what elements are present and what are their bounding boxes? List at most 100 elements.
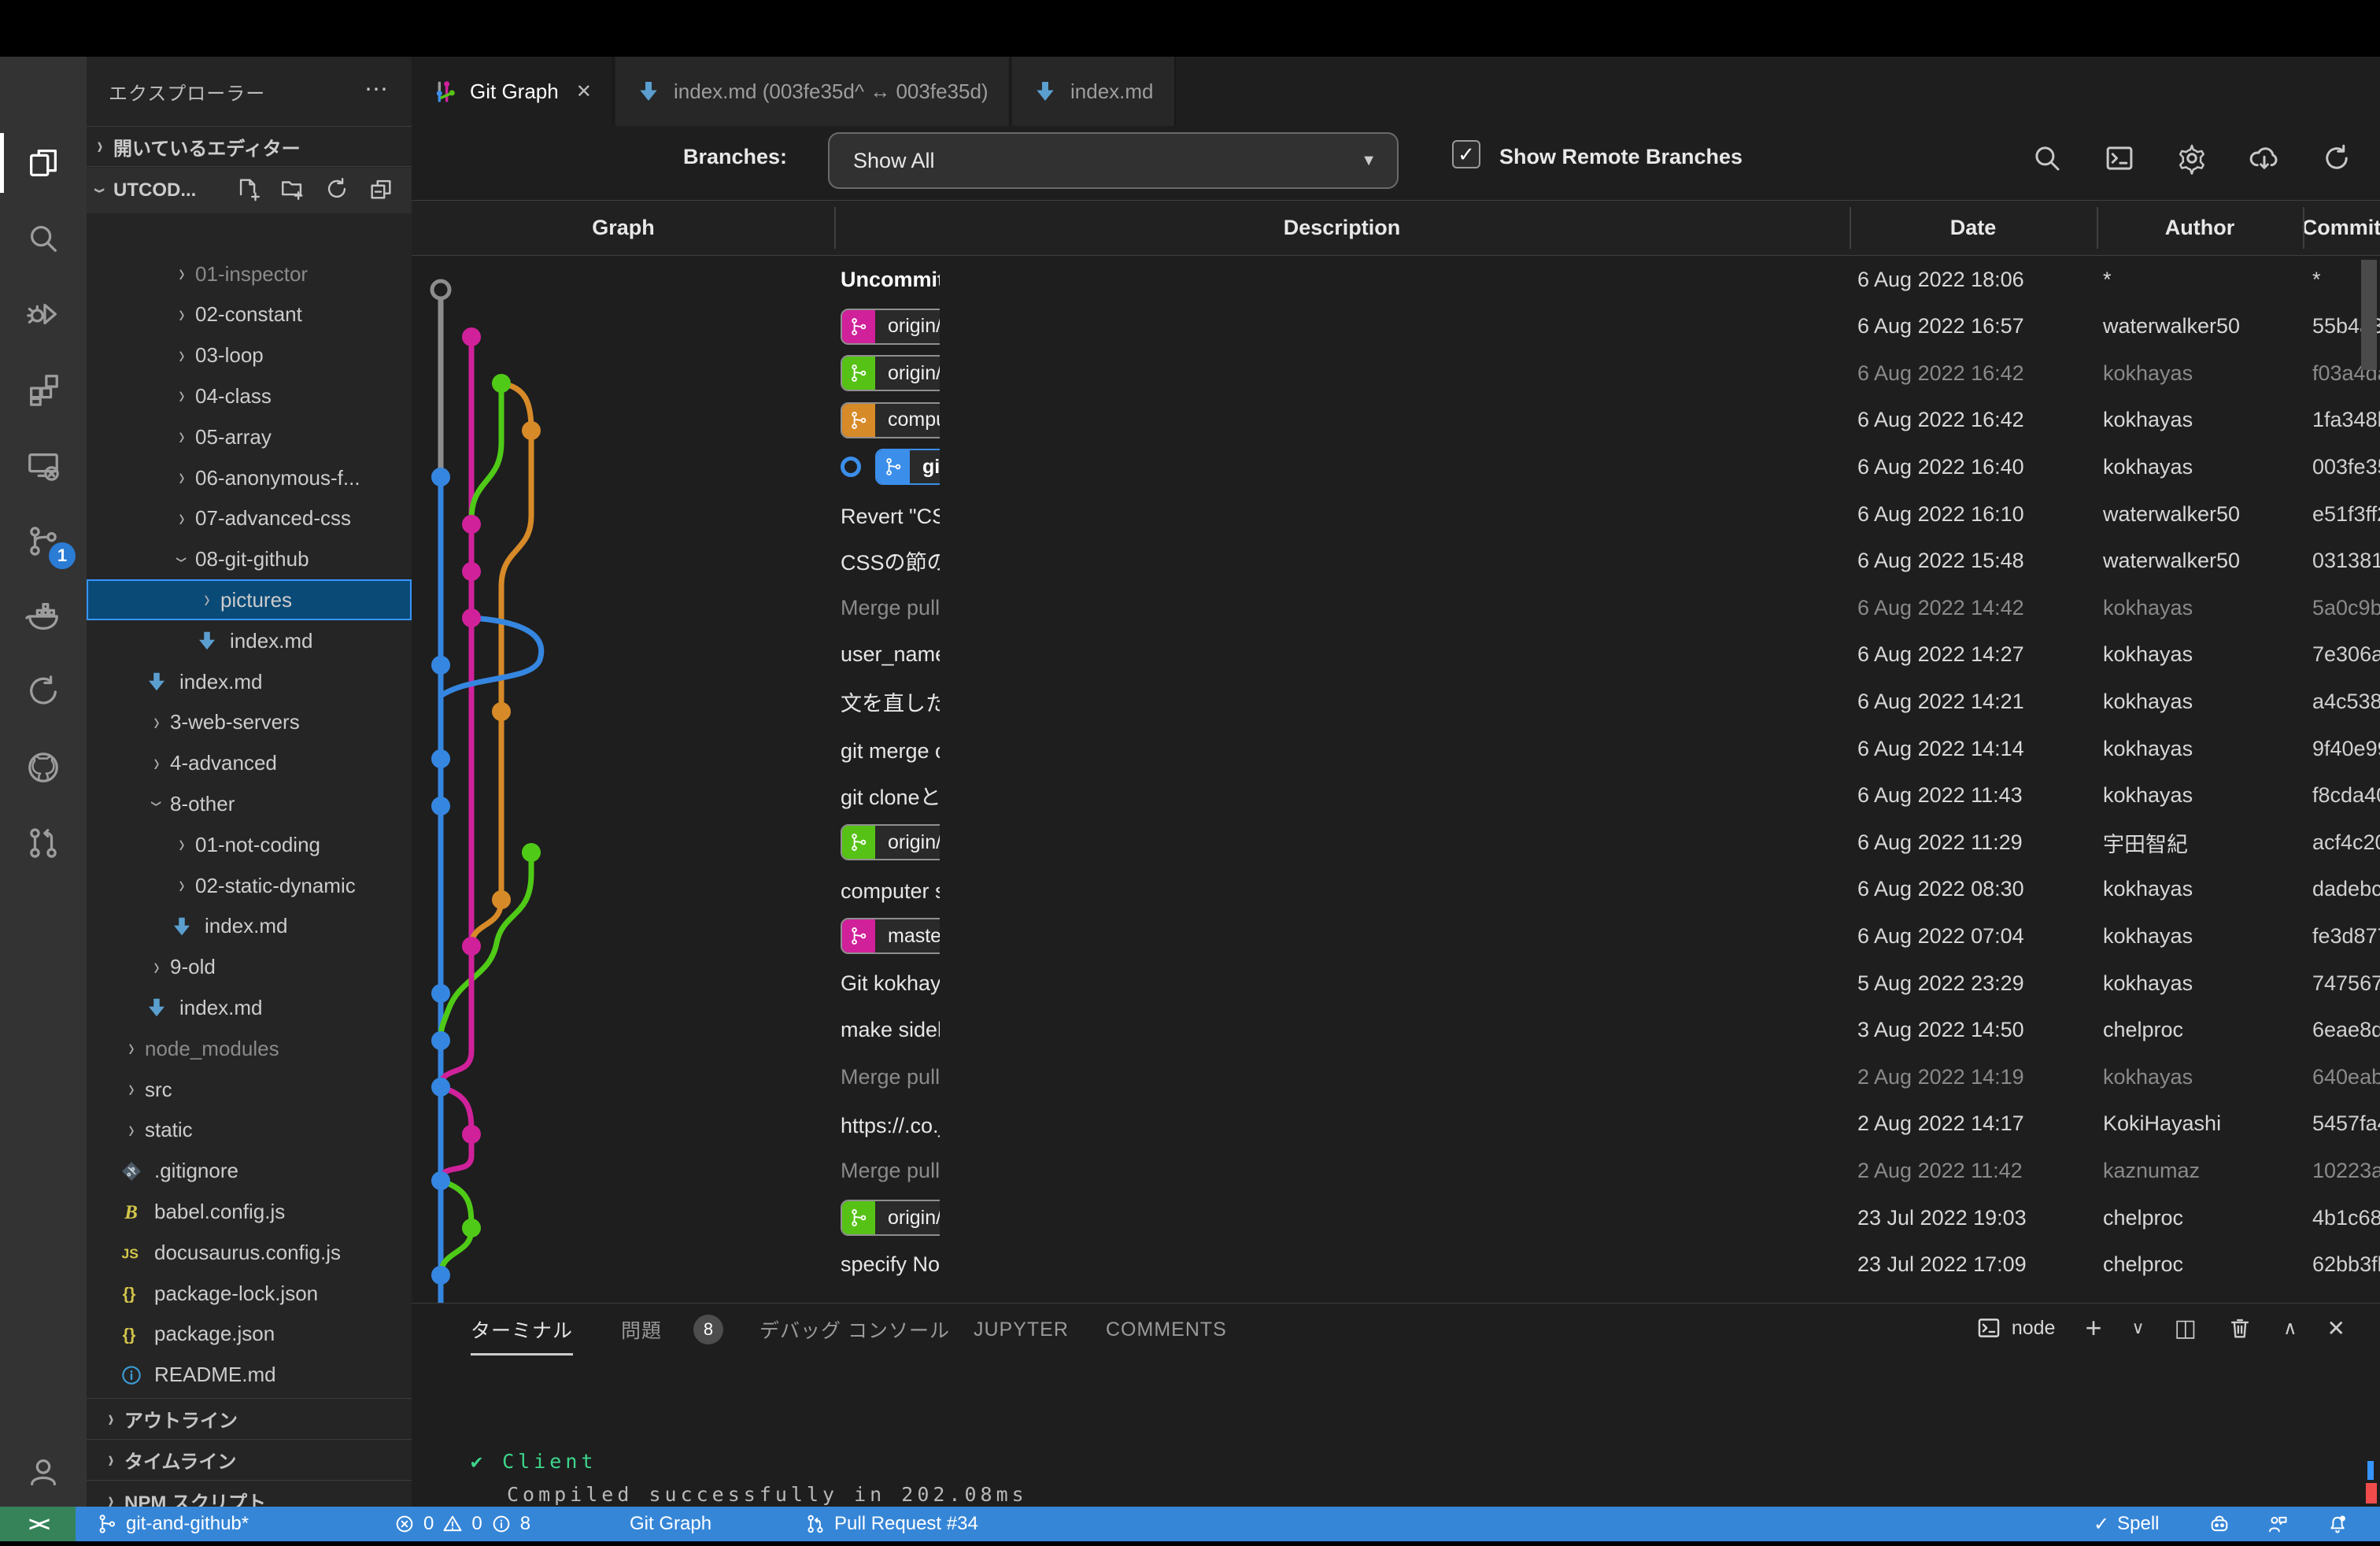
column-separator[interactable]	[834, 207, 836, 249]
commit-row[interactable]: user_name 6 Aug 2022 14:27 kokhayas 7e30…	[412, 631, 2380, 679]
panel-tab[interactable]: JUPYTER	[974, 1304, 1069, 1356]
column-header[interactable]: Graph	[505, 201, 741, 255]
branch-tag[interactable]: origin/css-test1	[841, 309, 940, 345]
settings-icon[interactable]	[2175, 142, 2208, 175]
activity-bar-item[interactable]	[0, 201, 87, 276]
sidebar-section[interactable]: › アウトライン	[87, 1398, 412, 1439]
tree-item[interactable]: index.md	[87, 661, 412, 702]
refresh-icon[interactable]	[2320, 142, 2353, 175]
tree-item[interactable]: › 04-class	[87, 375, 412, 416]
tree-item[interactable]: index.md	[87, 906, 412, 947]
branch-tag[interactable]: git-and-github origin	[875, 449, 940, 485]
activity-bar-item[interactable]	[0, 805, 87, 881]
spell-status-item[interactable]: ✓ Spell	[2094, 1507, 2159, 1541]
activity-bar-item[interactable]	[0, 427, 87, 503]
commit-row[interactable]: Merge pull request #33 from ut-code/reor…	[412, 1147, 2380, 1194]
refresh-explorer-icon[interactable]	[323, 176, 350, 202]
activity-bar-bottom-item[interactable]	[0, 1434, 87, 1510]
activity-bar-item[interactable]	[0, 730, 87, 805]
branch-tag[interactable]: origin/HEAD	[841, 355, 940, 391]
panel-tab[interactable]: COMMENTS	[1106, 1304, 1227, 1356]
column-header[interactable]: Date	[1855, 201, 2091, 255]
split-terminal-icon[interactable]: ◫	[2175, 1315, 2197, 1342]
tree-item[interactable]: › 08-git-github	[87, 539, 412, 580]
sidebar-section[interactable]: › タイムライン	[87, 1439, 412, 1480]
tree-item[interactable]: › static	[87, 1110, 412, 1151]
new-file-icon[interactable]	[235, 176, 262, 202]
column-header[interactable]: Description	[1224, 201, 1460, 255]
remote-indicator[interactable]: ><	[0, 1507, 76, 1541]
commit-row[interactable]: git cloneとgit branch 6 Aug 2022 11:43 ko…	[412, 772, 2380, 819]
new-terminal-icon[interactable]: +	[2085, 1311, 2101, 1344]
new-folder-icon[interactable]	[279, 176, 306, 202]
activity-bar-item[interactable]	[0, 276, 87, 352]
activity-bar-item[interactable]	[0, 352, 87, 427]
commit-row[interactable]: make sidebar foldable and set prism them…	[412, 1007, 2380, 1054]
tree-item[interactable]: .gitignore	[87, 1151, 412, 1192]
branch-tag[interactable]: computer-science origin	[841, 402, 940, 438]
tree-item[interactable]: › 07-advanced-css	[87, 498, 412, 539]
commit-row[interactable]: git merge origin mainなどを加筆 6 Aug 2022 14…	[412, 725, 2380, 772]
column-separator[interactable]	[2097, 207, 2098, 249]
tree-item[interactable]: index.md	[87, 987, 412, 1028]
commit-row[interactable]: Merge pull request #35 from ut-code/git-…	[412, 584, 2380, 631]
shell-selector[interactable]: node	[1975, 1315, 2056, 1341]
tree-item[interactable]: › 01-inspector	[87, 253, 412, 294]
activity-bar-item[interactable]: 1	[0, 503, 87, 579]
kill-terminal-icon[interactable]	[2227, 1315, 2253, 1341]
commit-row[interactable]: git-and-github origin kokhayas 6 Aug 202…	[412, 443, 2380, 490]
pull-request-status-item[interactable]: Pull Request #34	[804, 1507, 978, 1541]
commit-row[interactable]: origin/add-render renderのページを編集しました 6 Au…	[412, 819, 2380, 866]
column-separator[interactable]	[2303, 207, 2304, 249]
terminal-output[interactable]: ✔ Client Compiled successfully in 202.08…	[471, 1367, 565, 1503]
terminal-dropdown-icon[interactable]: ∨	[2131, 1318, 2144, 1338]
close-panel-icon[interactable]: ✕	[2327, 1315, 2345, 1341]
activity-bar-item[interactable]	[0, 654, 87, 730]
search-icon[interactable]	[2031, 142, 2064, 175]
editor-tab[interactable]: index.md (003fe35d^ ↔ 003fe35d)	[615, 57, 1011, 126]
tree-item[interactable]: B babel.config.js	[87, 1191, 412, 1232]
tree-item[interactable]: › 03-loop	[87, 335, 412, 376]
commit-row[interactable]: 文を直した 6 Aug 2022 14:21 kokhayas a4c538fb	[412, 678, 2380, 725]
tree-item[interactable]: JS docusaurus.config.js	[87, 1232, 412, 1273]
tree-item[interactable]: › 05-array	[87, 416, 412, 457]
tree-item[interactable]: › 06-anonymous-f...	[87, 457, 412, 498]
commit-row[interactable]: Revert "CSSの節の画像チェック" 6 Aug 2022 16:10 w…	[412, 490, 2380, 538]
commit-row[interactable]: computer science 俯瞰 6 Aug 2022 08:30 kok…	[412, 866, 2380, 913]
branches-dropdown[interactable]: Show All ▼	[828, 132, 1399, 189]
commit-row[interactable]: specify Node version 23 Jul 2022 17:09 c…	[412, 1241, 2380, 1289]
tree-item[interactable]: index.md	[87, 620, 412, 661]
tree-item[interactable]: › 9-old	[87, 947, 412, 988]
problems-status-item[interactable]: 0 0 8	[394, 1507, 530, 1541]
commit-row[interactable]: Git kokhayas 5 Aug 2022 23:29 kokhayas 7…	[412, 960, 2380, 1007]
copilot-status-item[interactable]	[2208, 1507, 2230, 1541]
activity-bar-item[interactable]	[0, 125, 87, 201]
commit-row[interactable]: origin/css-test1 CSS（フレックスボックスまで） 6 Aug …	[412, 303, 2380, 350]
terminal-icon[interactable]	[2103, 142, 2136, 175]
project-section-header[interactable]: › UTCOD...	[87, 168, 412, 213]
branch-tag[interactable]: origin/reorganize-for-summer-curriculum	[841, 1200, 940, 1236]
commit-row[interactable]: https://.co.jpをhttps://github.comに変えた 2 …	[412, 1100, 2380, 1148]
branch-tag[interactable]: origin/add-render	[841, 824, 940, 860]
scrollbar-thumb[interactable]	[2361, 260, 2377, 370]
branch-tag[interactable]: master	[841, 918, 940, 954]
activity-bar-item[interactable]	[0, 579, 87, 654]
panel-tab[interactable]: デバッグ コンソール	[759, 1304, 950, 1356]
tree-item[interactable]: › 01-not-coding	[87, 824, 412, 865]
tree-item[interactable]: › 8-other	[87, 783, 412, 824]
fetch-icon[interactable]	[2248, 142, 2281, 175]
collapse-folders-icon[interactable]	[368, 176, 394, 202]
tree-item[interactable]: README.md	[87, 1355, 412, 1396]
commit-row[interactable]: Merge pull request #34 from ut-code/git-…	[412, 1053, 2380, 1100]
tree-item[interactable]: › 4-advanced	[87, 743, 412, 784]
panel-tab[interactable]: ターミナル	[471, 1304, 573, 1356]
commit-row[interactable]: computer-science origin 誤字 6 Aug 2022 16…	[412, 397, 2380, 444]
sidebar-section[interactable]: › NPM スクリプト	[87, 1480, 412, 1507]
tree-item[interactable]: › 02-constant	[87, 294, 412, 335]
column-header[interactable]: Commit	[2223, 201, 2380, 255]
tree-item[interactable]: › src	[87, 1069, 412, 1110]
tree-item[interactable]: › 3-web-servers	[87, 702, 412, 743]
branch-status-item[interactable]: git-and-github*	[96, 1507, 249, 1541]
editor-tab[interactable]: index.md	[1012, 57, 1176, 126]
commit-row[interactable]: origin/reorganize-for-summer-curriculum …	[412, 1194, 2380, 1241]
